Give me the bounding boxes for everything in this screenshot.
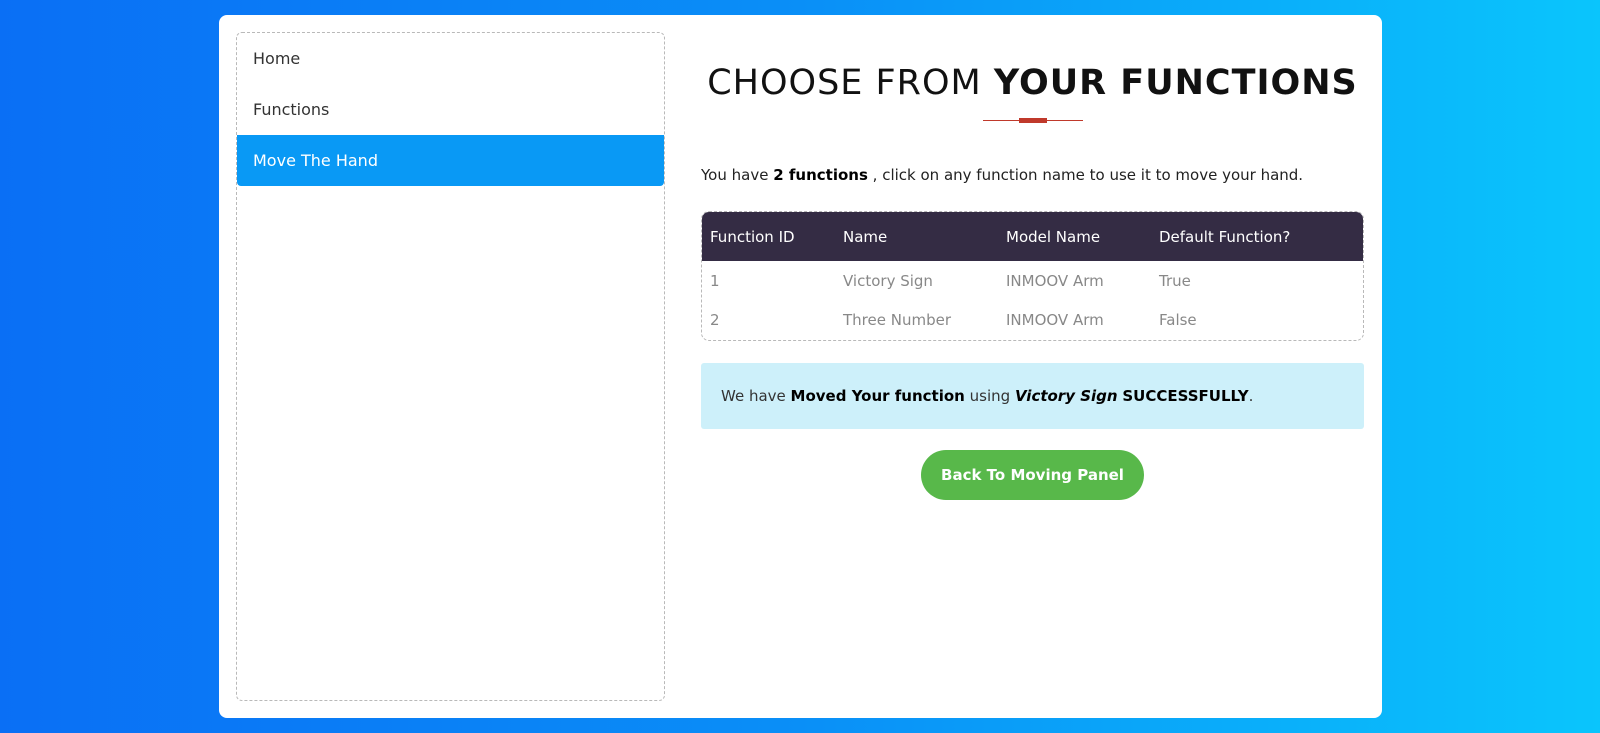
alert-function-name: Victory Sign	[1014, 387, 1118, 405]
cell-function-id: 1	[710, 271, 720, 290]
alert-text: using	[969, 387, 1011, 405]
page-title: CHOOSE FROM YOUR FUNCTIONS	[701, 63, 1364, 103]
function-count: 2 functions	[773, 166, 868, 184]
title-light: CHOOSE FROM	[707, 63, 982, 103]
table-header-row: Function ID Name Model Name Default Func…	[702, 212, 1363, 261]
intro-prefix: You have	[701, 166, 769, 184]
cell-function-name[interactable]: Victory Sign	[835, 261, 998, 300]
sidebar-item-functions[interactable]: Functions	[237, 84, 664, 135]
cell-default: True	[1159, 271, 1191, 290]
alert-status: SUCCESSFULLY	[1122, 387, 1249, 405]
cell-model-name: INMOOV Arm	[1006, 271, 1104, 290]
success-alert: We have Moved Your function using Victor…	[701, 363, 1364, 429]
alert-period: .	[1248, 387, 1254, 405]
alert-bold-text: Moved Your function	[790, 387, 965, 405]
header-model-name: Model Name	[1006, 227, 1101, 246]
table-row[interactable]: 2 Three Number INMOOV Arm False	[702, 300, 1363, 339]
cell-function-id: 2	[710, 310, 720, 329]
cell-function-name[interactable]: Three Number	[835, 300, 998, 339]
table-row[interactable]: 1 Victory Sign INMOOV Arm True	[702, 261, 1363, 300]
back-to-moving-panel-button[interactable]: Back To Moving Panel	[921, 450, 1144, 500]
cell-default: False	[1159, 310, 1197, 329]
sidebar: Home Functions Move The Hand	[236, 32, 665, 701]
sidebar-item-home[interactable]: Home	[237, 33, 664, 84]
alert-text: We have	[721, 387, 786, 405]
functions-table: Function ID Name Model Name Default Func…	[701, 211, 1364, 341]
title-divider-mark	[1019, 118, 1047, 123]
intro-text: You have 2 functions , click on any func…	[701, 166, 1303, 184]
header-default-function: Default Function?	[1159, 227, 1291, 246]
header-function-id: Function ID	[710, 227, 795, 246]
header-name: Name	[843, 227, 888, 246]
sidebar-item-move-the-hand[interactable]: Move The Hand	[237, 135, 664, 186]
title-bold: YOUR FUNCTIONS	[993, 63, 1358, 103]
cell-model-name: INMOOV Arm	[1006, 310, 1104, 329]
intro-suffix: , click on any function name to use it t…	[872, 166, 1304, 184]
main-card: Home Functions Move The Hand CHOOSE FROM…	[219, 15, 1382, 718]
